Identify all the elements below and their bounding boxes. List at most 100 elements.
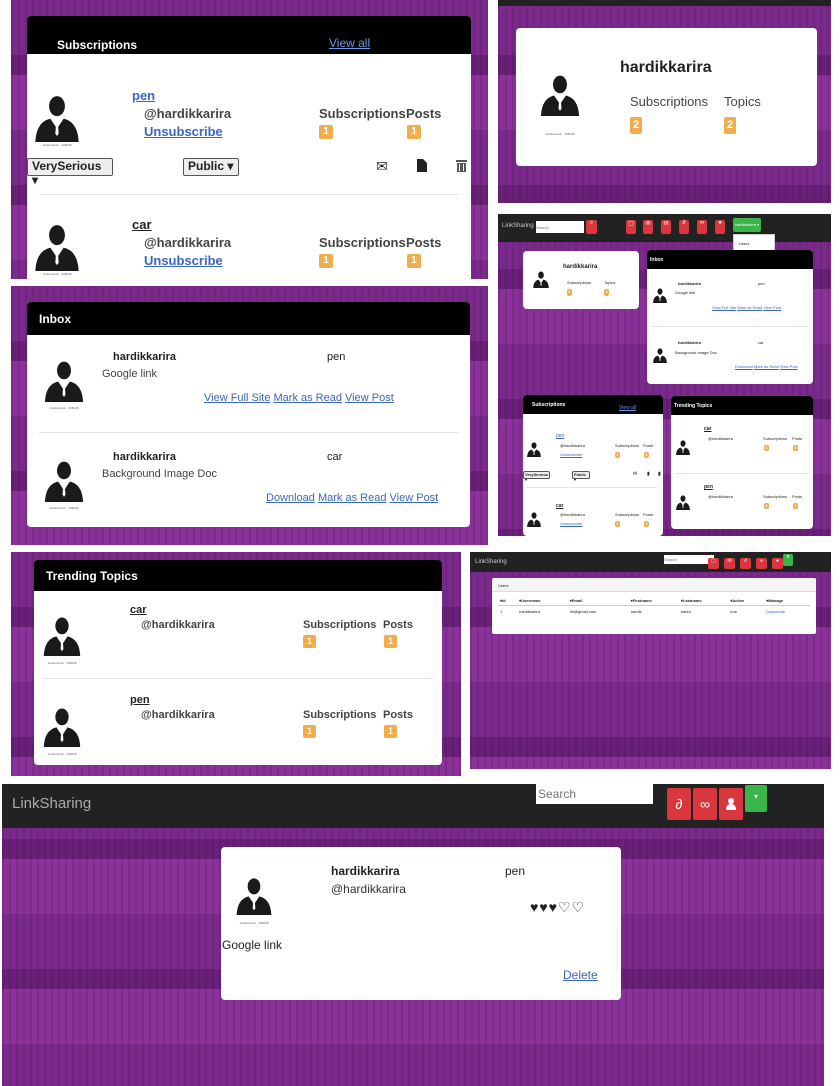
inbox-header: Inbox (27, 302, 470, 335)
chat-icon[interactable]: ▢ (626, 220, 636, 234)
avatar: shutterstock · 308238 (536, 56, 584, 136)
post-topic: pen (505, 864, 526, 878)
trending-screenshot: Trending Topics shutterstock · 308238 ca… (11, 552, 461, 776)
topics-count-badge: 2 (724, 117, 736, 134)
post-username: hardikkarira (331, 864, 400, 878)
inbox-screenshot: Inbox shutterstock · 308238 hardikkarira… (11, 286, 488, 545)
topic-link[interactable]: car (132, 217, 152, 232)
user-handle: @hardikkarira (144, 235, 232, 250)
visibility-select[interactable]: Public ▾ (572, 471, 590, 482)
navbar: LinkSharing ∂ ∞ ▾ (2, 784, 824, 828)
navbar: LinkSharing ▢ ✉ ∂ ∞ ● ▾ (470, 552, 831, 572)
posts-count-badge: 1 (384, 725, 397, 738)
user-icon[interactable]: ● (715, 220, 725, 234)
envelope-icon[interactable]: ✉ (724, 558, 735, 569)
view-all-link[interactable]: View all (329, 36, 370, 50)
seriousness-select[interactable]: VerySerious ▾ (27, 158, 113, 187)
subscriptions-label: Subscriptions (319, 106, 406, 121)
subscriptions-count-badge: 1 (303, 725, 316, 738)
envelope-icon[interactable]: ✉ (633, 471, 637, 477)
chat-icon[interactable]: ▢ (708, 558, 719, 569)
user-icon[interactable]: ● (772, 558, 783, 569)
users-column-header[interactable]: ▾Manage (764, 596, 810, 606)
posts-label: Posts (406, 106, 442, 121)
topic-link[interactable]: car (130, 604, 147, 616)
users-column-header[interactable]: ▾Active (728, 596, 765, 606)
inbox-topic: car (327, 451, 343, 463)
rating-hearts[interactable]: ♥♥♥♡♡ (530, 899, 585, 916)
unsubscribe-link[interactable]: Unsubscribe (144, 124, 223, 139)
view-full-site-link[interactable]: View Full Site (204, 392, 270, 404)
user-handle: @hardikkarira (144, 106, 232, 121)
subscriptions-title: Subscriptions (57, 38, 138, 52)
user-handle: @hardikkarira (141, 709, 215, 721)
mini-subscriptions-panel: Subscriptions View all pen @hardikkarira … (523, 395, 663, 536)
avatar (526, 435, 542, 463)
file-icon[interactable] (417, 159, 427, 172)
user-menu-button[interactable]: hardikkarira ▾ (733, 218, 761, 232)
posts-count-badge: 1 (384, 635, 397, 648)
deactivate-link[interactable]: Deactivate (764, 606, 810, 618)
paperclip-icon[interactable]: ∂ (667, 788, 691, 820)
visibility-select[interactable]: Public ▾ (183, 158, 239, 176)
table-cell: hardikkarira (519, 609, 540, 614)
avatar (526, 505, 542, 533)
mark-as-read-link[interactable]: Mark as Read (318, 492, 386, 504)
mini-inbox-panel: Inbox hardikkarira pen Google link View … (647, 250, 813, 384)
dashboard-screenshot: LinkSharing ⌕ ▢ ✉ ✉ ∂ ∞ ● hardikkarira ▾… (498, 214, 831, 536)
brand-logo[interactable]: LinkSharing (12, 795, 91, 812)
posts-label: Posts (406, 235, 442, 250)
users-column-header[interactable]: ▾Firstname (628, 596, 679, 606)
link-icon[interactable]: ∞ (697, 220, 707, 234)
view-post-link[interactable]: View Post (345, 392, 394, 404)
mail-icon[interactable]: ✉ (661, 220, 671, 234)
brand-logo[interactable]: LinkSharing (502, 223, 534, 229)
topic-link[interactable]: pen (132, 88, 155, 103)
users-column-header[interactable]: ▾Email (567, 596, 629, 606)
link-icon[interactable]: ∞ (693, 788, 717, 820)
topic-link[interactable]: pen (130, 694, 150, 706)
link-icon[interactable]: ∞ (756, 558, 767, 569)
menu-item-users[interactable]: Users (734, 235, 774, 246)
table-cell: karira (680, 609, 691, 614)
paperclip-icon[interactable]: ∂ (740, 558, 751, 569)
inbox-header: Inbox (647, 250, 813, 269)
avatar (652, 280, 668, 310)
subscriptions-label: Subscriptions (303, 619, 377, 631)
post-handle: @hardikkarira (331, 882, 406, 896)
users-column-header[interactable]: ▾Lastname (678, 596, 729, 606)
user-icon[interactable] (719, 788, 743, 820)
download-link[interactable]: Download (266, 492, 315, 504)
envelope-icon[interactable]: ✉ (376, 158, 388, 175)
search-input[interactable] (536, 221, 584, 233)
caret-icon[interactable]: ▾ (783, 554, 793, 566)
mark-as-read-link[interactable]: Mark as Read (274, 392, 342, 404)
paperclip-icon[interactable]: ∂ (679, 220, 689, 234)
trash-icon[interactable] (456, 159, 467, 172)
avatar: shutterstock · 308238 (41, 454, 87, 510)
users-column-header[interactable]: ▾Username (517, 596, 568, 606)
caret-icon[interactable]: ▾ (745, 785, 767, 812)
inbox-username: hardikkarira (113, 451, 176, 463)
trending-title: Trending Topics (46, 568, 138, 583)
table-cell: true (730, 609, 738, 614)
search-icon[interactable]: ⌕ (586, 220, 597, 234)
search-input[interactable] (664, 555, 714, 564)
file-icon[interactable]: ▮ (647, 471, 650, 477)
view-post-link[interactable]: View Post (390, 492, 439, 504)
posts-count-badge: 1 (407, 254, 421, 268)
avatar (675, 488, 691, 516)
subscriptions-panel: Subscriptions View all shutterstock · 30… (27, 16, 471, 279)
envelope-icon[interactable]: ✉ (643, 220, 653, 234)
seriousness-select[interactable]: VerySerious ▾ (523, 471, 550, 482)
avatar (531, 262, 551, 296)
avatar: shutterstock · 308238 (233, 869, 275, 925)
profile-card: shutterstock · 308238 hardikkarira Subsc… (516, 28, 817, 166)
brand-logo[interactable]: LinkSharing (475, 559, 507, 565)
trash-icon[interactable]: ▮ (658, 471, 661, 477)
search-input[interactable] (536, 784, 653, 804)
unsubscribe-link[interactable]: Unsubscribe (144, 253, 223, 268)
delete-link[interactable]: Delete (563, 968, 598, 982)
users-column-header[interactable]: ▾Id (498, 596, 518, 606)
inbox-description: Background Image Doc (102, 468, 217, 480)
